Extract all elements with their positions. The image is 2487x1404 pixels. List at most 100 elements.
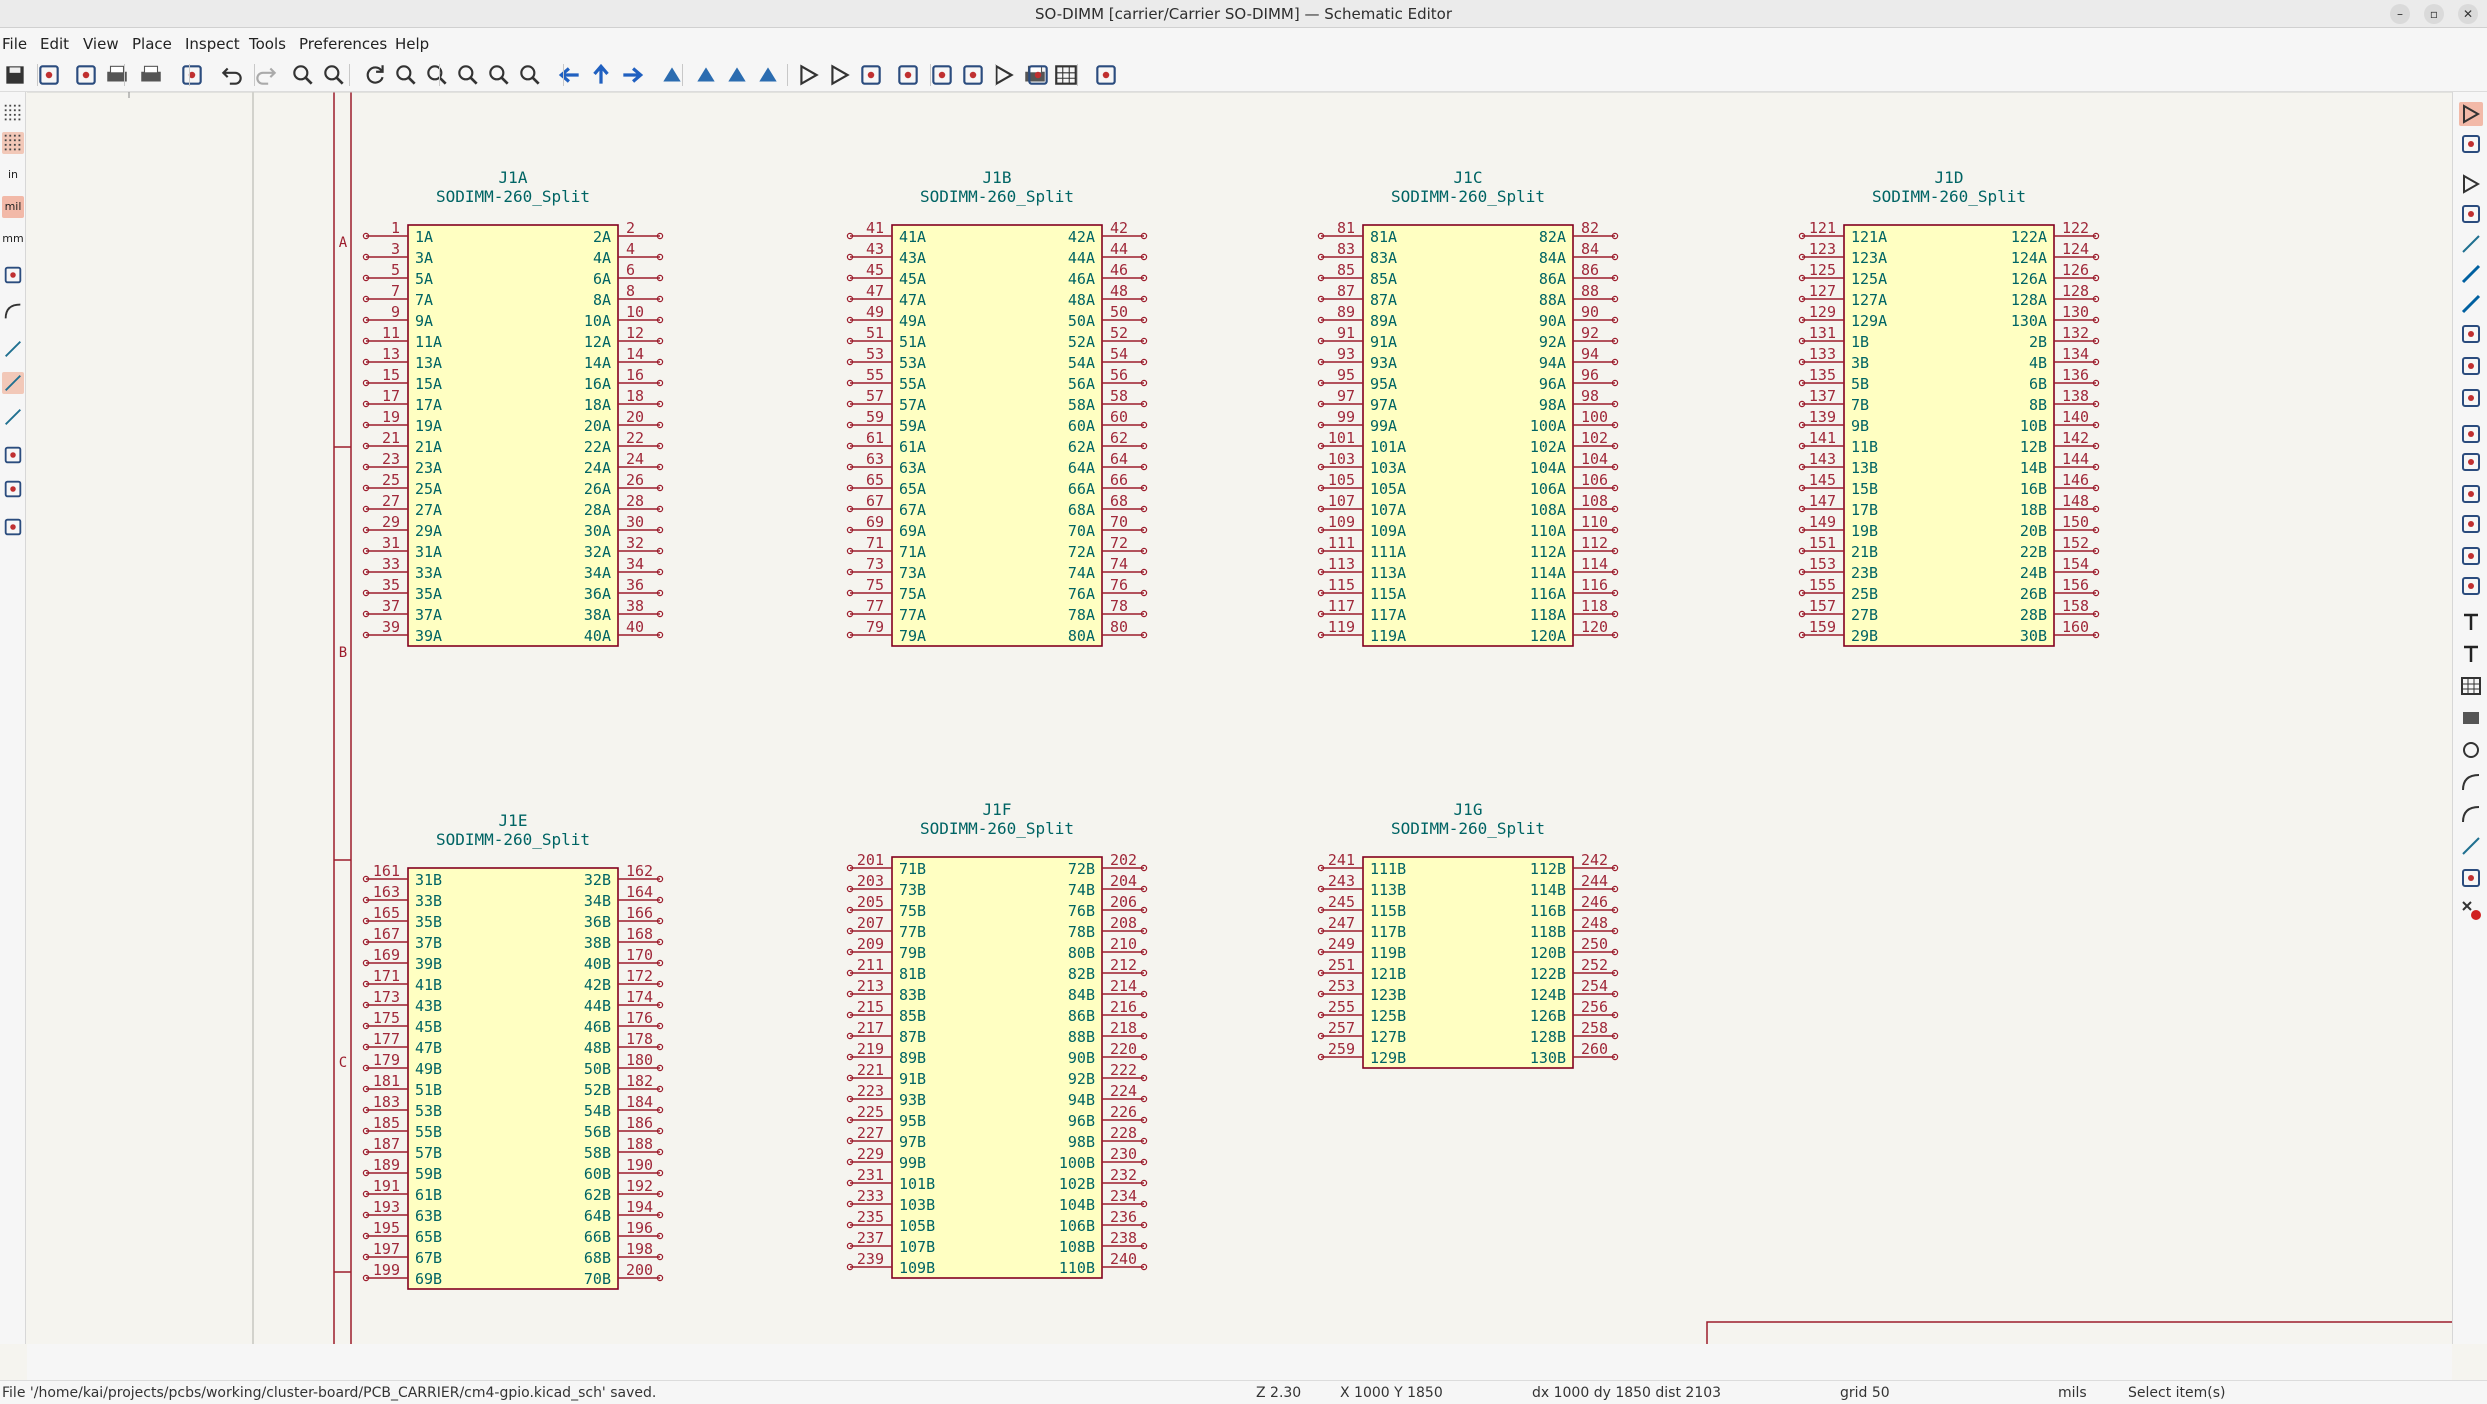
add-wire-icon[interactable] [2459,232,2483,256]
no-connect-icon[interactable] [2459,322,2483,346]
menu-preferences[interactable]: Preferences [299,35,387,53]
add-bus-icon[interactable] [2459,262,2483,286]
pcb-editor-icon[interactable] [1025,62,1051,88]
symbol-value[interactable]: SODIMM-260_Split [920,819,1074,838]
units-in-icon[interactable]: in [2,164,24,186]
add-junction-icon[interactable] [2459,354,2483,378]
highlight-net-icon[interactable] [2459,132,2483,156]
select-icon[interactable] [2459,102,2483,126]
minimize-icon[interactable]: – [2390,4,2410,24]
add-sheet-pin-icon[interactable] [2459,574,2483,598]
menu-inspect[interactable]: Inspect [185,35,240,53]
schematic-setup-icon[interactable] [36,62,62,88]
line-mode-free-icon[interactable] [2,338,24,360]
add-circle-icon[interactable] [2459,738,2483,762]
wire-to-bus-icon[interactable] [2459,292,2483,316]
menu-edit[interactable]: Edit [40,35,69,53]
symbol-value[interactable]: SODIMM-260_Split [920,187,1074,206]
schematic-drawing[interactable]: ABC J1ASODIMM-260_Split1 1A 22A3 3A 44A5 5A 66… [27,92,2452,1344]
properties-icon[interactable] [2,478,24,500]
save-icon[interactable] [2,62,28,88]
add-rectangle-icon[interactable] [2459,706,2483,730]
add-label-icon[interactable] [2459,386,2483,410]
find-replace-icon[interactable] [321,62,347,88]
symbol-editor-icon[interactable] [796,62,822,88]
units-mil-icon[interactable]: mil [2,196,24,218]
line-mode-45-icon[interactable] [2,406,24,428]
symbol-reference[interactable]: J1D [1935,168,1964,187]
menu-help[interactable]: Help [395,35,429,53]
bom-icon[interactable] [929,62,955,88]
refresh-icon[interactable] [362,62,388,88]
paste-icon[interactable] [179,62,205,88]
maximize-icon[interactable]: ▫ [2424,4,2444,24]
annotate-icon[interactable] [858,62,884,88]
symbol-browser-icon[interactable] [827,62,853,88]
symbol-reference[interactable]: J1F [983,800,1012,819]
symbol-reference[interactable]: J1E [499,811,528,830]
netlist-icon[interactable] [960,62,986,88]
add-symbol-icon[interactable] [2459,172,2483,196]
symbol-j1f[interactable]: J1FSODIMM-260_Split 201 71B 202 72B 203 73B 204… [846,800,1148,1279]
edit-table-icon[interactable] [1053,62,1079,88]
symbol-reference[interactable]: J1G [1454,800,1483,819]
symbol-j1d[interactable]: J1DSODIMM-260_Split 121 121A 122 122A 123 123A… [1798,168,2100,647]
add-text-icon[interactable] [2459,610,2483,634]
add-global-label-icon[interactable] [2459,450,2483,474]
erc-icon[interactable] [895,62,921,88]
symbol-value[interactable]: SODIMM-260_Split [436,187,590,206]
redo-icon[interactable] [253,62,279,88]
plot-icon[interactable] [138,62,164,88]
symbol-value[interactable]: SODIMM-260_Split [1872,187,2026,206]
add-table-icon[interactable] [2459,674,2483,698]
exclude-icon[interactable] [2,516,24,538]
rotate-cw-icon[interactable] [693,62,719,88]
schematic-canvas[interactable]: ABC J1A SODIMM-260_Split 1 1A 2 2A 3 3A 4 4A 5 5A 6 6… [27,92,2452,1344]
add-hier-label-icon[interactable] [2459,482,2483,506]
symbol-j1g[interactable]: J1GSODIMM-260_Split 241 111B 242 112B 243 113B… [1317,800,1619,1069]
page-settings-icon[interactable] [73,62,99,88]
menu-view[interactable]: View [83,35,119,53]
add-power-icon[interactable] [2459,202,2483,226]
menu-file[interactable]: File [2,35,27,53]
line-mode-90-icon[interactable] [2,372,24,394]
zoom-in-icon[interactable] [393,62,419,88]
zoom-fit-icon[interactable] [455,62,481,88]
navigate-back-icon[interactable] [557,62,583,88]
mirror-vertical-icon[interactable] [724,62,750,88]
delete-icon[interactable] [2459,898,2483,922]
menu-tools[interactable]: Tools [249,35,286,53]
add-netclass-icon[interactable] [2459,422,2483,446]
update-pcb-icon[interactable] [1093,62,1119,88]
mirror-horizontal-icon[interactable] [755,62,781,88]
zoom-objects-icon[interactable] [486,62,512,88]
symbol-value[interactable]: SODIMM-260_Split [1391,819,1545,838]
zoom-out-icon[interactable] [424,62,450,88]
symbol-j1e[interactable]: J1ESODIMM-260_Split 161 31B 162 32B 163 33B 164… [362,811,664,1290]
grid-icon[interactable] [2,102,24,124]
find-icon[interactable] [290,62,316,88]
symbol-value[interactable]: SODIMM-260_Split [1391,187,1545,206]
navigate-up-icon[interactable] [588,62,614,88]
add-image-icon[interactable] [2459,866,2483,890]
add-sheet-icon[interactable] [2459,512,2483,536]
import-sheet-pin-icon[interactable] [2459,544,2483,568]
symbol-j1a[interactable]: J1ASODIMM-260_Split1 1A 22A3 3A 44A5 5A 66A7 7A… [362,168,664,647]
add-arc-icon[interactable] [2459,770,2483,794]
zoom-selection-icon[interactable] [517,62,543,88]
undo-icon[interactable] [219,62,245,88]
annotations-icon[interactable] [2,444,24,466]
menu-place[interactable]: Place [132,35,172,53]
grid-overrides-icon[interactable] [2,132,24,154]
hierarchy-icon[interactable] [2,300,24,322]
symbol-reference[interactable]: J1B [983,168,1012,187]
symbol-j1c[interactable]: J1CSODIMM-260_Split 81 81A 82 82A 83 83A 84 84A 8… [1317,168,1619,647]
add-bezier-icon[interactable] [2459,802,2483,826]
units-mm-icon[interactable]: mm [2,228,24,250]
cursor-icon[interactable] [2,264,24,286]
navigate-forward-icon[interactable] [619,62,645,88]
symbol-reference[interactable]: J1A [499,168,528,187]
add-line-icon[interactable] [2459,834,2483,858]
print-icon[interactable] [104,62,130,88]
symbol-j1b[interactable]: J1BSODIMM-260_Split 41 41A 42 42A 43 43A 44 44A 4… [846,168,1148,647]
